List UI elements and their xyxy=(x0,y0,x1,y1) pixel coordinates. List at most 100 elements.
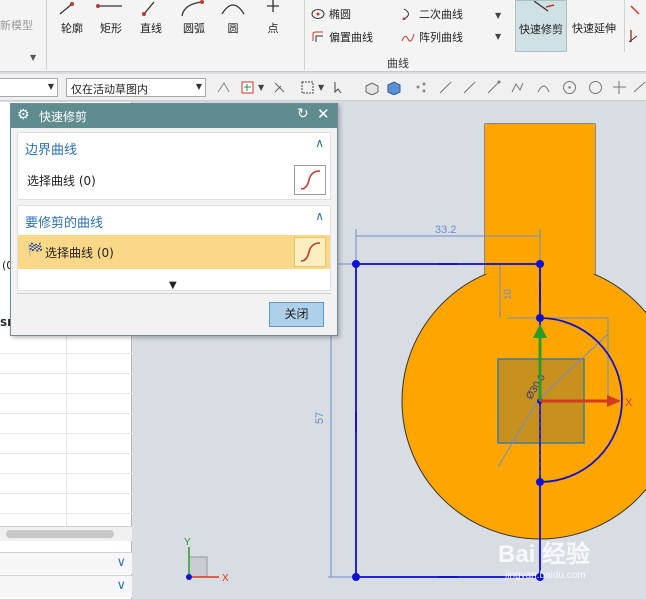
boundary-curves-panel: 边界曲线 ∧ 选择曲线 (0) xyxy=(17,132,331,200)
curve-select-button[interactable] xyxy=(294,237,326,267)
details-section-header[interactable]: ∨ xyxy=(0,552,132,574)
gear-icon[interactable]: ⚙ xyxy=(17,107,30,123)
scope-filter-combo[interactable]: 仅在活动草图内 ▼ xyxy=(66,78,206,97)
chevron-down-icon[interactable]: ▼ xyxy=(258,83,264,92)
type-filter-combo[interactable]: ▼ xyxy=(0,78,58,97)
conic-icon xyxy=(402,8,409,20)
quick-extend-button[interactable]: 快速延伸 xyxy=(569,0,619,52)
table-row[interactable] xyxy=(0,334,132,354)
offset-curve-label: 偏置曲线 xyxy=(329,31,373,44)
chevron-down-icon[interactable]: ▼ xyxy=(318,83,324,92)
midpoint-icon[interactable] xyxy=(632,80,646,95)
snap-icon[interactable] xyxy=(240,80,255,95)
profile-tool-button[interactable]: 轮廓 xyxy=(52,0,92,50)
close-button[interactable]: 关闭 xyxy=(269,302,324,327)
quadrant-icon[interactable] xyxy=(588,80,603,95)
dim-vertical-label[interactable]: 57 xyxy=(314,412,326,424)
ellipse-tool[interactable]: 椭圆 xyxy=(311,6,351,22)
watermark-logo: Bai 经验 xyxy=(498,540,590,568)
quick-trim-label: 快速修剪 xyxy=(519,23,563,36)
rectangle-icon xyxy=(96,4,122,8)
trim-section-title[interactable]: 要修剪的曲线 xyxy=(25,212,103,231)
trim-select-curve[interactable]: 🏁 选择曲线 (0) xyxy=(18,235,330,269)
curve-select-button[interactable] xyxy=(294,165,326,195)
dialog-title-bar[interactable]: ⚙ 快速修剪 ↻ ✕ xyxy=(11,104,337,128)
chevron-down-icon[interactable]: ▼ xyxy=(495,32,501,41)
close-icon[interactable]: ✕ xyxy=(317,105,330,123)
arc-tool-button[interactable]: 圆弧 xyxy=(174,0,214,50)
pattern-curve-tool[interactable]: 阵列曲线 xyxy=(401,29,463,45)
chevron-down-icon[interactable]: ▼ xyxy=(495,11,501,20)
corner-icon xyxy=(628,5,640,43)
select-point-icon[interactable] xyxy=(272,80,287,95)
scrollbar-thumb[interactable] xyxy=(6,530,114,538)
dialog-title: 快速修剪 xyxy=(39,110,88,124)
polyline-icon[interactable] xyxy=(510,80,525,95)
orange-part-body xyxy=(401,123,646,540)
line-end-icon[interactable] xyxy=(486,80,501,95)
scope-filter-value: 仅在活动草图内 xyxy=(71,83,148,96)
circle-tool-label: 圆 xyxy=(227,22,239,35)
quick-trim-dialog: ⚙ 快速修剪 ↻ ✕ 边界曲线 ∧ 选择曲线 (0) 要修剪的曲线 ∧ 🏁 选择… xyxy=(10,103,338,336)
chevron-down-icon[interactable]: ∨ xyxy=(116,555,126,570)
offset-curve-tool[interactable]: 偏置曲线 xyxy=(311,29,373,45)
table-row[interactable] xyxy=(0,354,132,374)
new-model-group[interactable]: 新模型 ▼ xyxy=(0,0,47,70)
divider xyxy=(17,293,331,294)
conic-label: 二次曲线 xyxy=(419,8,463,21)
line-snap-icon[interactable] xyxy=(462,80,477,95)
trim-select-label: 选择曲线 (0) xyxy=(45,246,114,260)
circle-tool-button[interactable]: 圆 xyxy=(214,0,252,50)
table-row[interactable] xyxy=(0,414,132,434)
line-snap-icon[interactable] xyxy=(438,80,453,95)
chevron-down-icon[interactable]: ▼ xyxy=(30,53,36,62)
chevron-up-icon[interactable]: ∧ xyxy=(315,209,324,223)
arc-center-icon[interactable] xyxy=(536,80,551,95)
line-icon xyxy=(142,1,155,16)
intersection-icon[interactable] xyxy=(612,80,627,95)
s-curve-icon xyxy=(300,242,321,262)
boundary-section-title[interactable]: 边界曲线 xyxy=(25,139,77,158)
pattern-curve-label: 阵列曲线 xyxy=(419,31,463,44)
filter-icon[interactable] xyxy=(216,80,231,95)
arc-icon xyxy=(181,0,204,17)
point-icon xyxy=(267,0,279,12)
chevron-down-icon: ▼ xyxy=(195,82,202,91)
profile-icon xyxy=(59,2,74,15)
boundary-select-curve[interactable]: 选择曲线 (0) xyxy=(18,163,330,197)
corner-tool-button[interactable] xyxy=(624,0,646,52)
pattern-points-icon[interactable] xyxy=(414,80,429,95)
cursor-icon[interactable] xyxy=(332,80,347,95)
boundary-select-label: 选择曲线 (0) xyxy=(27,174,96,188)
quick-trim-button[interactable]: 快速修剪 xyxy=(515,0,567,52)
table-row[interactable] xyxy=(0,454,132,474)
triad-x-label: X xyxy=(222,573,229,584)
rect-select-icon[interactable] xyxy=(300,80,315,95)
circle-center-icon[interactable] xyxy=(562,80,577,95)
expand-more-icon[interactable]: ▼ xyxy=(169,280,177,291)
dependencies-section-header[interactable]: ∨ xyxy=(0,575,132,597)
reset-icon[interactable]: ↻ xyxy=(297,106,309,122)
chevron-down-icon[interactable]: ∨ xyxy=(116,578,126,593)
curve-group: 椭圆 偏置曲线 二次曲线 阵列曲线 ▼ ▼ 曲线 xyxy=(304,0,506,70)
new-model-label: 新模型 xyxy=(0,19,33,32)
s-curve-icon xyxy=(300,170,321,190)
rectangle-tool-button[interactable]: 矩形 xyxy=(92,0,130,50)
chevron-up-icon[interactable]: ∧ xyxy=(315,136,324,150)
dim-small-label[interactable]: 10 xyxy=(503,288,514,300)
body-icon[interactable] xyxy=(364,80,379,95)
table-row[interactable] xyxy=(0,474,132,494)
table-row[interactable] xyxy=(0,374,132,394)
line-tool-button[interactable]: 直线 xyxy=(132,0,170,50)
quick-extend-label: 快速延伸 xyxy=(572,22,616,35)
checkered-flag-icon: 🏁 xyxy=(27,243,44,258)
solid-cube-icon[interactable] xyxy=(386,80,401,95)
chevron-down-icon: ▼ xyxy=(47,82,54,91)
dim-horizontal-label[interactable]: 33.2 xyxy=(435,224,456,236)
table-row[interactable] xyxy=(0,494,132,514)
conic-tool[interactable]: 二次曲线 xyxy=(401,6,463,22)
table-row[interactable] xyxy=(0,394,132,414)
horizontal-scrollbar[interactable] xyxy=(0,526,132,541)
point-tool-button[interactable]: 点 xyxy=(254,0,292,50)
table-row[interactable] xyxy=(0,434,132,454)
